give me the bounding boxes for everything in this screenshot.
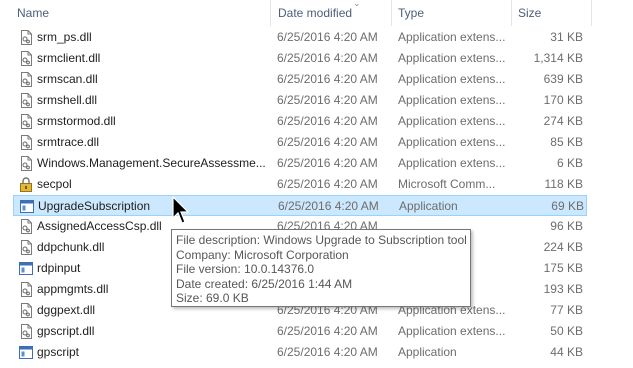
file-size: 175 KB — [543, 261, 583, 275]
file-row[interactable]: srmclient.dll 6/25/2016 4:20 AM Applicatio… — [13, 48, 587, 69]
tooltip-size: Size: 69.0 KB — [176, 291, 249, 306]
file-size: 6 KB — [556, 156, 583, 170]
file-name: srmtrace.dll — [37, 135, 100, 149]
file-size: 44 KB — [550, 345, 583, 359]
file-name: Windows.Management.SecureAssessme... — [37, 156, 266, 170]
file-size: 77 KB — [550, 303, 583, 317]
file-date-modified: 6/25/2016 4:20 AM — [277, 324, 378, 338]
column-header-name[interactable]: Name — [17, 0, 49, 26]
file-row[interactable]: srmshell.dll 6/25/2016 4:20 AM Application… — [13, 90, 587, 111]
file-date-modified: 6/25/2016 4:20 AM — [277, 135, 378, 149]
file-row[interactable]: srmtrace.dll 6/25/2016 4:20 AM Application… — [13, 132, 587, 153]
file-row[interactable]: Windows.Management.SecureAssessme... 6/25… — [13, 153, 587, 174]
file-type: Application extens... — [398, 135, 506, 149]
column-header-bar: Name ⌄ Date modified Type Size — [0, 0, 633, 26]
file-size: 118 KB — [544, 177, 583, 191]
file-date-modified: 6/25/2016 4:20 AM — [277, 156, 378, 170]
dll-file-icon — [19, 30, 33, 45]
column-header-size[interactable]: Size — [518, 0, 541, 26]
file-type: Application extens... — [398, 93, 506, 107]
application-icon — [19, 261, 33, 276]
dll-file-icon — [19, 240, 33, 255]
application-icon — [19, 345, 33, 360]
tooltip-date-created: Date created: 6/25/2016 1:44 AM — [176, 276, 353, 291]
file-size: 69 KB — [551, 199, 584, 213]
file-date-modified: 6/25/2016 4:20 AM — [277, 177, 378, 191]
file-type: Application extens... — [398, 114, 506, 128]
file-name: srmstormod.dll — [37, 114, 116, 128]
dll-file-icon — [19, 219, 33, 234]
file-row[interactable]: srm_ps.dll 6/25/2016 4:20 AM Application e… — [13, 27, 587, 48]
file-name: gpscript — [37, 345, 80, 359]
file-size: 1,314 KB — [533, 51, 583, 65]
dll-file-icon — [19, 282, 33, 297]
file-type: Application extens... — [398, 324, 506, 338]
file-row[interactable]: gpscript.dll 6/25/2016 4:20 AM Application… — [13, 321, 587, 342]
file-name: secpol — [37, 177, 72, 191]
file-row[interactable]: secpol 6/25/2016 4:20 AM Microsoft Comm...… — [13, 174, 587, 195]
dll-file-icon — [19, 93, 33, 108]
tooltip-company: Company: Microsoft Corporation — [176, 247, 349, 262]
dll-file-icon — [19, 156, 33, 171]
file-type: Application extens... — [398, 72, 506, 86]
column-header-date-modified[interactable]: Date modified — [278, 0, 352, 26]
file-size: 274 KB — [543, 114, 583, 128]
sort-chevron-icon: ⌄ — [353, 0, 361, 8]
file-name: srm_ps.dll — [37, 30, 92, 44]
file-type: Application — [399, 199, 458, 213]
file-name: gpscript.dll — [37, 324, 95, 338]
file-name: srmscan.dll — [37, 72, 98, 86]
file-size: 224 KB — [543, 240, 583, 254]
file-date-modified: 6/25/2016 4:20 AM — [277, 345, 378, 359]
file-size: 96 KB — [550, 219, 583, 233]
file-size: 50 KB — [550, 324, 583, 338]
application-icon — [20, 199, 34, 214]
column-header-type[interactable]: Type — [398, 0, 424, 26]
file-date-modified: 6/25/2016 4:20 AM — [277, 93, 378, 107]
file-date-modified: 6/25/2016 4:20 AM — [278, 199, 379, 213]
file-size: 170 KB — [543, 93, 583, 107]
dll-file-icon — [19, 135, 33, 150]
file-name: srmshell.dll — [37, 93, 98, 107]
dll-file-icon — [19, 51, 33, 66]
file-date-modified: 6/25/2016 4:20 AM — [277, 30, 378, 44]
file-row[interactable]: srmstormod.dll 6/25/2016 4:20 AM Applicati… — [13, 111, 587, 132]
file-type: Application extens... — [398, 51, 506, 65]
column-divider[interactable] — [591, 0, 592, 26]
file-type: Microsoft Comm... — [398, 177, 496, 191]
file-name: srmclient.dll — [37, 51, 101, 65]
file-row[interactable]: gpscript 6/25/2016 4:20 AM Application 44 K… — [13, 342, 587, 363]
dll-file-icon — [19, 114, 33, 129]
dll-file-icon — [19, 324, 33, 339]
file-size: 639 KB — [543, 72, 583, 86]
dll-file-icon — [19, 303, 33, 318]
file-date-modified: 6/25/2016 4:20 AM — [277, 72, 378, 86]
column-divider[interactable] — [270, 0, 271, 26]
file-type: Application extens... — [398, 30, 506, 44]
dll-file-icon — [19, 72, 33, 87]
file-date-modified: 6/25/2016 4:20 AM — [277, 114, 378, 128]
security-policy-icon — [19, 177, 33, 192]
file-type: Application extens... — [398, 156, 506, 170]
file-size: 193 KB — [543, 282, 583, 296]
column-divider[interactable] — [511, 0, 512, 26]
tooltip-file-version: File version: 10.0.14376.0 — [176, 262, 315, 277]
file-name: UpgradeSubscription — [38, 199, 151, 213]
file-size: 31 KB — [550, 30, 583, 44]
mouse-pointer-icon — [172, 196, 190, 224]
file-row[interactable]: srmscan.dll 6/25/2016 4:20 AM Application … — [13, 69, 587, 90]
file-info-tooltip: File description: Windows Upgrade to Sub… — [171, 229, 471, 307]
file-size: 85 KB — [550, 135, 583, 149]
file-date-modified: 6/25/2016 4:20 AM — [277, 51, 378, 65]
file-row[interactable]: UpgradeSubscription 6/25/2016 4:20 AM Appl… — [13, 195, 587, 216]
file-type: Application — [398, 345, 457, 359]
tooltip-file-description: File description: Windows Upgrade to Sub… — [176, 233, 467, 247]
column-divider[interactable] — [391, 0, 392, 26]
